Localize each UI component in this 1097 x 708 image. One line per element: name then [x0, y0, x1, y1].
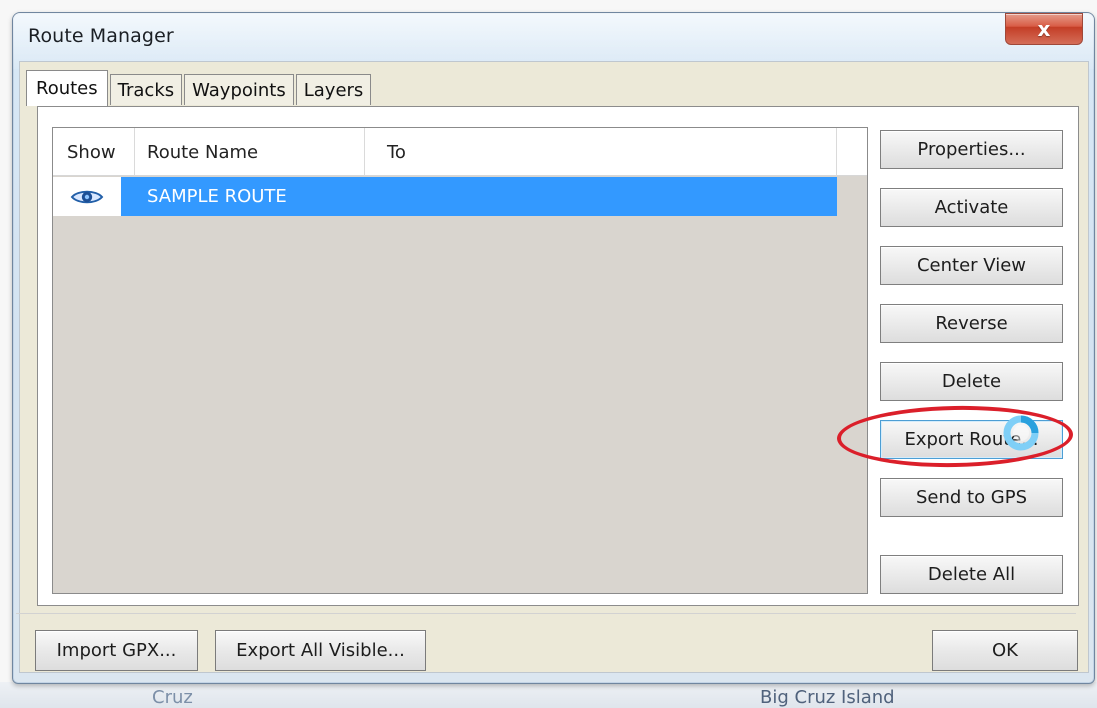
tab-strip: Routes Tracks Waypoints Layers	[26, 69, 373, 106]
send-to-gps-button-label: Send to GPS	[915, 487, 1028, 508]
export-route-button-label: Export Route...	[904, 429, 1039, 450]
table-row[interactable]: SAMPLE ROUTE	[53, 177, 837, 216]
route-name-cell[interactable]: SAMPLE ROUTE	[121, 177, 837, 216]
reverse-button[interactable]: Reverse	[880, 304, 1063, 343]
column-header-to[interactable]: To	[365, 128, 837, 176]
tab-layers[interactable]: Layers	[295, 74, 372, 105]
screen: Cruz Big Cruz Island Route Manager x Rou…	[0, 0, 1097, 708]
show-cell[interactable]	[53, 177, 121, 216]
export-route-button[interactable]: Export Route...	[880, 420, 1063, 459]
tab-layers-label: Layers	[303, 79, 364, 101]
activate-button-label: Activate	[934, 197, 1009, 218]
background-text-right: Big Cruz Island	[760, 687, 895, 708]
column-header-show-label: Show	[67, 141, 116, 163]
window-title: Route Manager	[28, 25, 174, 47]
column-header-route-name-label: Route Name	[147, 141, 259, 163]
activate-button[interactable]: Activate	[880, 188, 1063, 227]
route-name-text: SAMPLE ROUTE	[147, 186, 287, 207]
column-header-show[interactable]: Show	[53, 128, 135, 176]
tab-tracks-label: Tracks	[117, 79, 175, 101]
tab-waypoints-label: Waypoints	[192, 79, 286, 101]
delete-button-label: Delete	[941, 371, 1002, 392]
import-gpx-button[interactable]: Import GPX...	[35, 630, 198, 671]
delete-all-button-label: Delete All	[927, 564, 1016, 585]
column-header-route-name[interactable]: Route Name	[135, 128, 365, 176]
tab-routes[interactable]: Routes	[26, 70, 108, 106]
center-view-button[interactable]: Center View	[880, 246, 1063, 285]
tab-tracks[interactable]: Tracks	[109, 74, 183, 105]
footer-divider	[16, 613, 1076, 614]
ok-button-label: OK	[992, 640, 1018, 661]
column-header-to-label: To	[387, 141, 406, 163]
reverse-button-label: Reverse	[935, 313, 1008, 334]
column-header-extra	[837, 128, 867, 176]
tab-routes-label: Routes	[36, 78, 98, 99]
map-background-strip: Cruz Big Cruz Island	[0, 682, 1097, 708]
delete-button[interactable]: Delete	[880, 362, 1063, 401]
export-all-visible-button[interactable]: Export All Visible...	[215, 630, 426, 671]
export-all-visible-button-label: Export All Visible...	[236, 640, 405, 661]
delete-all-button[interactable]: Delete All	[880, 555, 1063, 594]
center-view-button-label: Center View	[916, 255, 1027, 276]
eye-icon	[70, 190, 104, 203]
table-header: Show Route Name To	[53, 128, 867, 176]
import-gpx-button-label: Import GPX...	[56, 640, 177, 661]
send-to-gps-button[interactable]: Send to GPS	[880, 478, 1063, 517]
tab-waypoints[interactable]: Waypoints	[184, 74, 294, 105]
background-text-left: Cruz	[152, 687, 193, 708]
close-icon: x	[1037, 17, 1051, 41]
properties-button-label: Properties...	[917, 139, 1026, 160]
route-actions: Properties... Activate Center View Rever…	[880, 130, 1063, 600]
close-button[interactable]: x	[1005, 13, 1083, 45]
properties-button[interactable]: Properties...	[880, 130, 1063, 169]
ok-button[interactable]: OK	[932, 630, 1078, 671]
routes-table[interactable]: Show Route Name To SAMPLE ROUTE	[52, 127, 868, 594]
